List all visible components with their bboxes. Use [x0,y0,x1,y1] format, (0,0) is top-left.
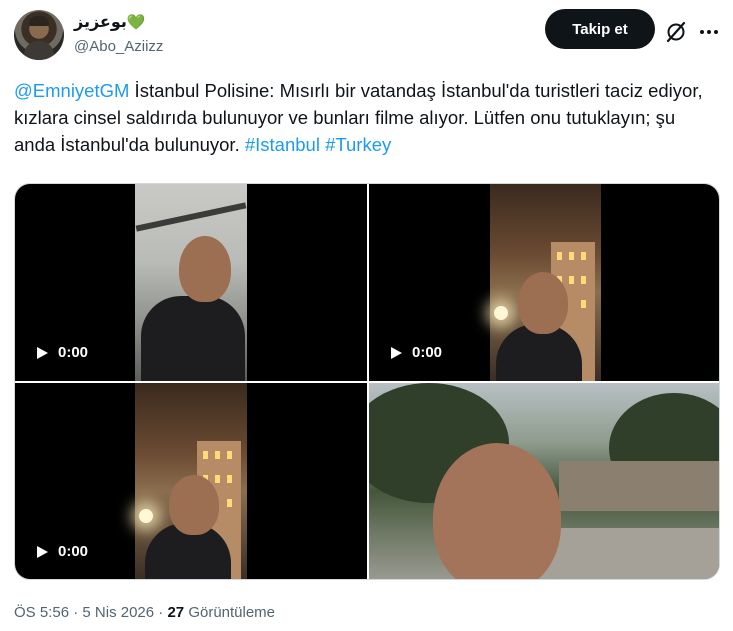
media-grid: 0:00 0:00 0:00 [14,183,720,580]
jacket-shape [141,296,245,381]
park-photo [369,383,719,579]
more-dot [707,30,711,34]
mention-link[interactable]: @EmniyetGM [14,80,129,101]
author-name-text: بوعزيز [74,14,127,31]
video-play-control[interactable]: 0:00 [37,543,88,560]
tweet-time[interactable]: ÖS 5:56 [14,604,69,621]
follow-button[interactable]: Takip et [545,9,655,49]
video-play-control[interactable]: 0:00 [37,344,88,361]
play-icon [37,545,48,558]
street-lamp-shape [139,509,153,523]
meta-separator: · [158,604,164,621]
canopy-shape [135,202,247,232]
meta-separator: · [73,604,79,621]
path-shape [539,528,719,579]
more-dot [714,30,718,34]
face-shape [169,475,219,535]
views-label: Görüntüleme [188,604,276,621]
hashtag-link[interactable]: #Istanbul [245,134,320,155]
tweet-meta: ÖS 5:56 · 5 Nis 2026 · 27 Görüntüleme [14,603,275,623]
video-tile-2[interactable]: 0:00 [369,184,719,381]
video-frame [135,184,247,381]
author-avatar[interactable] [14,10,64,60]
video-play-control[interactable]: 0:00 [391,344,442,361]
wall-shape [559,461,719,511]
face-shape [518,272,568,334]
play-icon [391,346,402,359]
video-frame [135,383,247,579]
video-frame [490,184,601,381]
avatar-body-shape [24,41,54,60]
more-dot [700,30,704,34]
avatar-hat-shape [29,16,49,26]
hashtag-link[interactable]: #Turkey [325,134,391,155]
grok-icon[interactable] [664,20,688,44]
author-display-name[interactable]: بوعزيز💚 [74,13,146,33]
tweet-date[interactable]: 5 Nis 2026 [82,604,154,621]
video-tile-3[interactable]: 0:00 [15,383,367,579]
street-lamp-shape [494,306,508,320]
more-options-icon[interactable] [697,20,721,44]
green-heart-icon: 💚 [126,14,146,31]
views-count: 27 [167,604,185,621]
video-duration: 0:00 [58,344,89,361]
play-icon [37,346,48,359]
image-tile-4[interactable] [369,383,719,579]
face-shape [433,443,561,579]
author-handle[interactable]: @Abo_Aziizz [74,37,163,57]
tweet-text: @EmniyetGM İstanbul Polisine: Mısırlı bi… [14,77,714,158]
video-tile-1[interactable]: 0:00 [15,184,367,381]
video-duration: 0:00 [412,344,443,361]
face-shape [179,236,231,302]
video-duration: 0:00 [58,543,89,560]
